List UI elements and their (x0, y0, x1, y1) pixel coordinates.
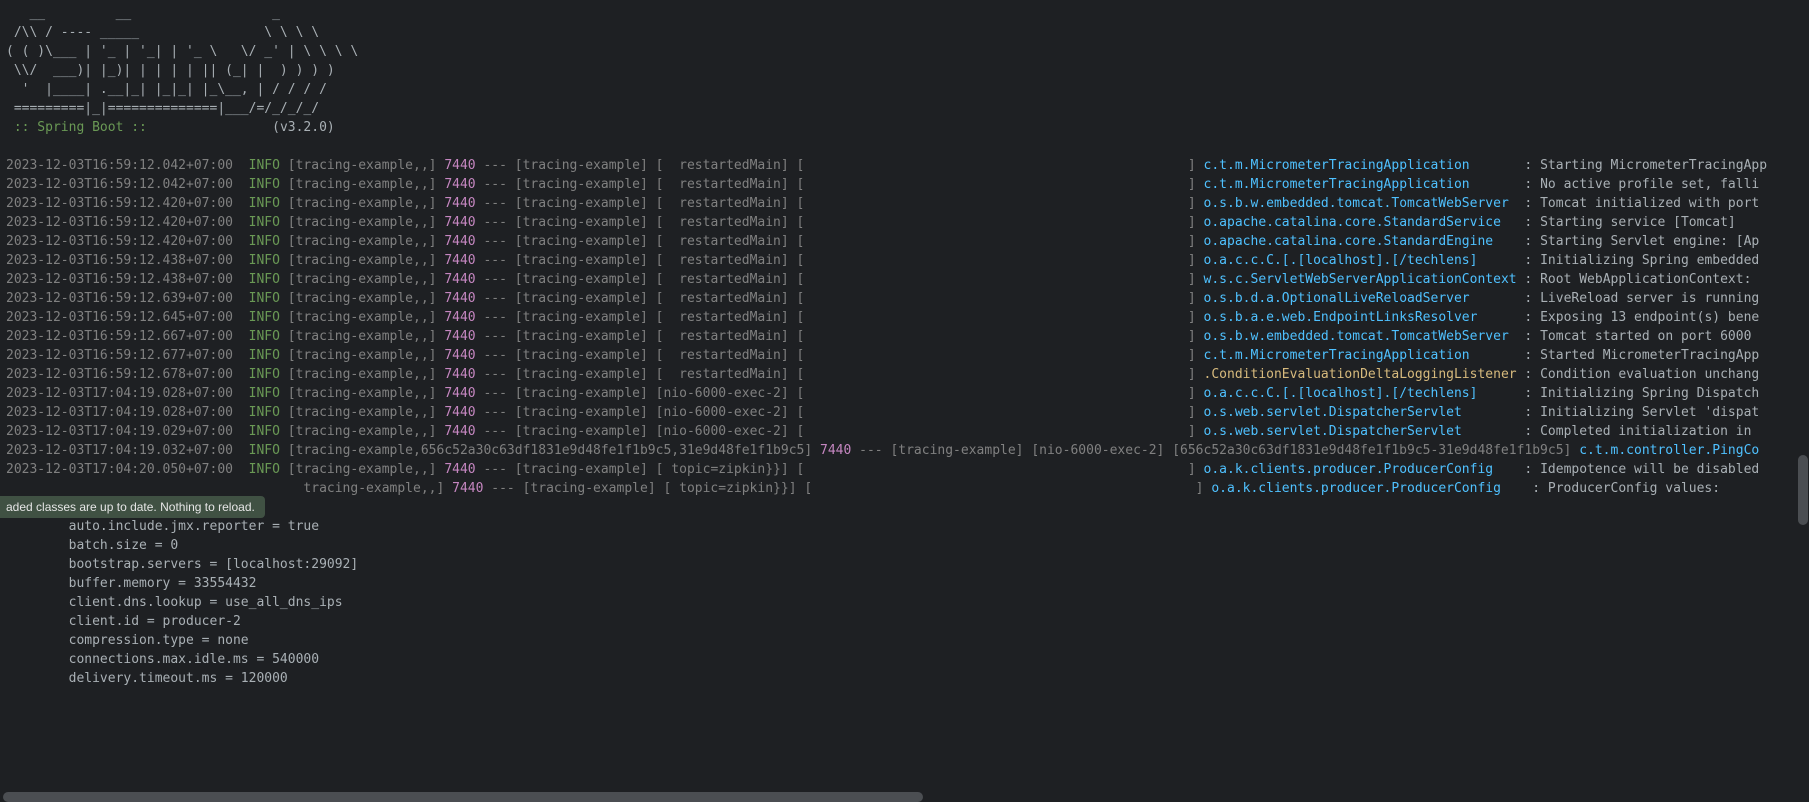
spring-banner: __ __ _ /\\ / ---- _____ \ \ \ \ ( ( )\_… (6, 4, 1803, 118)
log-line: 2023-12-03T16:59:12.042+07:00 INFO [trac… (6, 156, 1803, 175)
horizontal-scrollbar[interactable] (0, 792, 1809, 802)
log-line: 2023-12-03T16:59:12.420+07:00 INFO [trac… (6, 232, 1803, 251)
reload-toast: aded classes are up to date. Nothing to … (0, 496, 265, 518)
horizontal-scroll-thumb[interactable] (3, 792, 923, 802)
console-output[interactable]: __ __ _ /\\ / ---- _____ \ \ \ \ ( ( )\_… (0, 0, 1809, 802)
log-line: tracing-example,,] 7440 --- [tracing-exa… (6, 479, 1803, 498)
log-line: 2023-12-03T16:59:12.420+07:00 INFO [trac… (6, 213, 1803, 232)
config-line: connections.max.idle.ms = 540000 (6, 650, 1803, 669)
log-line: 2023-12-03T17:04:19.029+07:00 INFO [trac… (6, 422, 1803, 441)
config-line: client.dns.lookup = use_all_dns_ips (6, 593, 1803, 612)
spring-version-line: :: Spring Boot :: (v3.2.0) (6, 118, 1803, 137)
log-line: 2023-12-03T16:59:12.438+07:00 INFO [trac… (6, 270, 1803, 289)
log-line: 2023-12-03T17:04:19.032+07:00 INFO [trac… (6, 441, 1803, 460)
config-line: batch.size = 0 (6, 536, 1803, 555)
log-line: 2023-12-03T17:04:19.028+07:00 INFO [trac… (6, 403, 1803, 422)
log-line: 2023-12-03T16:59:12.438+07:00 INFO [trac… (6, 251, 1803, 270)
vertical-scrollbar[interactable] (1798, 0, 1808, 802)
log-line: 2023-12-03T16:59:12.639+07:00 INFO [trac… (6, 289, 1803, 308)
log-line: 2023-12-03T16:59:12.667+07:00 INFO [trac… (6, 327, 1803, 346)
log-line: 2023-12-03T16:59:12.677+07:00 INFO [trac… (6, 346, 1803, 365)
log-line: 2023-12-03T17:04:19.028+07:00 INFO [trac… (6, 384, 1803, 403)
config-line: bootstrap.servers = [localhost:29092] (6, 555, 1803, 574)
config-line: buffer.memory = 33554432 (6, 574, 1803, 593)
config-line: compression.type = none (6, 631, 1803, 650)
log-line: 2023-12-03T16:59:12.420+07:00 INFO [trac… (6, 194, 1803, 213)
log-line: 2023-12-03T17:04:20.050+07:00 INFO [trac… (6, 460, 1803, 479)
config-line: delivery.timeout.ms = 120000 (6, 669, 1803, 688)
vertical-scroll-thumb[interactable] (1798, 455, 1808, 525)
log-line: 2023-12-03T16:59:12.645+07:00 INFO [trac… (6, 308, 1803, 327)
config-line: acks = 0 (6, 498, 1803, 517)
config-line: auto.include.jmx.reporter = true (6, 517, 1803, 536)
log-line: 2023-12-03T16:59:12.678+07:00 INFO [trac… (6, 365, 1803, 384)
config-line: client.id = producer-2 (6, 612, 1803, 631)
log-line: 2023-12-03T16:59:12.042+07:00 INFO [trac… (6, 175, 1803, 194)
